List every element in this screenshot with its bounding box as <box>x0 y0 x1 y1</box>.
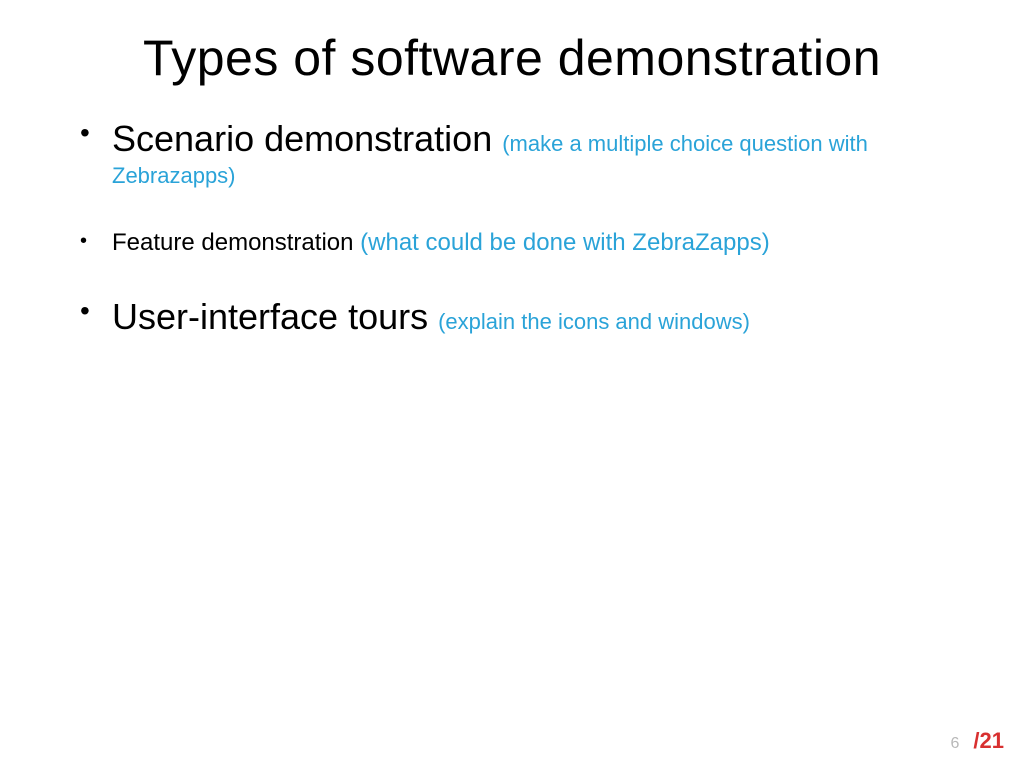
bullet-main-text: Feature demonstration <box>112 229 360 256</box>
slide-title: Types of software demonstration <box>70 30 954 88</box>
bullet-main-text: Scenario demonstration <box>112 118 502 159</box>
slide: Types of software demonstration Scenario… <box>0 0 1024 768</box>
slide-footer: 6 /21 <box>951 728 1005 754</box>
list-item: User-interface tours (explain the icons … <box>70 294 954 341</box>
bullet-paren-text: (what could be done with ZebraZapps) <box>360 229 770 256</box>
list-item: Scenario demonstration (make a multiple … <box>70 116 954 191</box>
page-total: /21 <box>973 728 1004 754</box>
bullet-paren-text: (explain the icons and windows) <box>438 309 750 334</box>
bullet-main-text: User-interface tours <box>112 296 438 337</box>
page-number: 6 <box>951 735 960 753</box>
list-item: Feature demonstration (what could be don… <box>70 227 954 258</box>
bullet-list: Scenario demonstration (make a multiple … <box>70 116 954 341</box>
